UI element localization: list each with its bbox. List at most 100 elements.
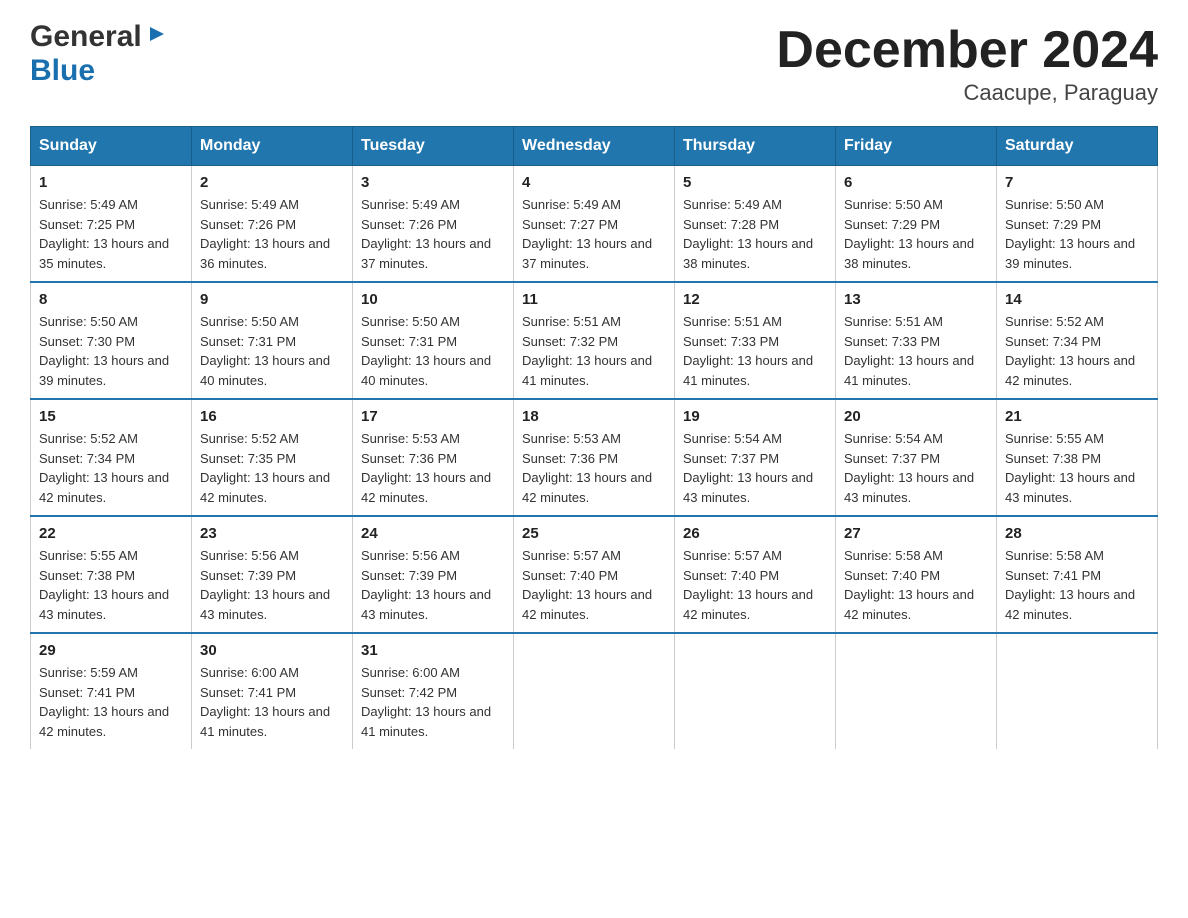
- calendar-cell: 17 Sunrise: 5:53 AM Sunset: 7:36 PM Dayl…: [353, 399, 514, 516]
- calendar-cell: 26 Sunrise: 5:57 AM Sunset: 7:40 PM Dayl…: [675, 516, 836, 633]
- calendar-cell: 16 Sunrise: 5:52 AM Sunset: 7:35 PM Dayl…: [192, 399, 353, 516]
- calendar-cell: 23 Sunrise: 5:56 AM Sunset: 7:39 PM Dayl…: [192, 516, 353, 633]
- day-info: Sunrise: 5:53 AM Sunset: 7:36 PM Dayligh…: [361, 429, 505, 507]
- day-info: Sunrise: 5:49 AM Sunset: 7:28 PM Dayligh…: [683, 195, 827, 273]
- day-info: Sunrise: 5:54 AM Sunset: 7:37 PM Dayligh…: [683, 429, 827, 507]
- day-number: 8: [39, 291, 183, 308]
- weekday-header-monday: Monday: [192, 127, 353, 166]
- calendar-cell: 25 Sunrise: 5:57 AM Sunset: 7:40 PM Dayl…: [514, 516, 675, 633]
- day-info: Sunrise: 5:57 AM Sunset: 7:40 PM Dayligh…: [522, 546, 666, 624]
- calendar-cell: 14 Sunrise: 5:52 AM Sunset: 7:34 PM Dayl…: [997, 282, 1158, 399]
- day-number: 24: [361, 525, 505, 542]
- day-info: Sunrise: 5:51 AM Sunset: 7:33 PM Dayligh…: [683, 312, 827, 390]
- logo: General Blue: [30, 20, 168, 88]
- weekday-header-friday: Friday: [836, 127, 997, 166]
- calendar-cell: 29 Sunrise: 5:59 AM Sunset: 7:41 PM Dayl…: [31, 633, 192, 749]
- calendar-cell: 27 Sunrise: 5:58 AM Sunset: 7:40 PM Dayl…: [836, 516, 997, 633]
- day-info: Sunrise: 5:58 AM Sunset: 7:40 PM Dayligh…: [844, 546, 988, 624]
- day-number: 7: [1005, 174, 1149, 191]
- weekday-header-saturday: Saturday: [997, 127, 1158, 166]
- logo-arrow-icon: [146, 23, 168, 50]
- day-number: 4: [522, 174, 666, 191]
- calendar-cell: 30 Sunrise: 6:00 AM Sunset: 7:41 PM Dayl…: [192, 633, 353, 749]
- day-number: 31: [361, 642, 505, 659]
- day-number: 26: [683, 525, 827, 542]
- month-title: December 2024: [776, 20, 1158, 80]
- calendar-cell: 7 Sunrise: 5:50 AM Sunset: 7:29 PM Dayli…: [997, 166, 1158, 283]
- day-number: 1: [39, 174, 183, 191]
- calendar-week-row: 29 Sunrise: 5:59 AM Sunset: 7:41 PM Dayl…: [31, 633, 1158, 749]
- day-info: Sunrise: 5:52 AM Sunset: 7:34 PM Dayligh…: [39, 429, 183, 507]
- day-info: Sunrise: 5:49 AM Sunset: 7:26 PM Dayligh…: [200, 195, 344, 273]
- weekday-header-tuesday: Tuesday: [353, 127, 514, 166]
- title-block: December 2024 Caacupe, Paraguay: [776, 20, 1158, 106]
- day-info: Sunrise: 5:57 AM Sunset: 7:40 PM Dayligh…: [683, 546, 827, 624]
- calendar-cell: 28 Sunrise: 5:58 AM Sunset: 7:41 PM Dayl…: [997, 516, 1158, 633]
- day-info: Sunrise: 5:51 AM Sunset: 7:33 PM Dayligh…: [844, 312, 988, 390]
- day-number: 29: [39, 642, 183, 659]
- day-number: 23: [200, 525, 344, 542]
- day-info: Sunrise: 5:49 AM Sunset: 7:27 PM Dayligh…: [522, 195, 666, 273]
- day-info: Sunrise: 5:49 AM Sunset: 7:25 PM Dayligh…: [39, 195, 183, 273]
- calendar-cell: 11 Sunrise: 5:51 AM Sunset: 7:32 PM Dayl…: [514, 282, 675, 399]
- weekday-header-thursday: Thursday: [675, 127, 836, 166]
- day-info: Sunrise: 5:59 AM Sunset: 7:41 PM Dayligh…: [39, 663, 183, 741]
- day-info: Sunrise: 5:58 AM Sunset: 7:41 PM Dayligh…: [1005, 546, 1149, 624]
- day-info: Sunrise: 6:00 AM Sunset: 7:41 PM Dayligh…: [200, 663, 344, 741]
- calendar-cell: 4 Sunrise: 5:49 AM Sunset: 7:27 PM Dayli…: [514, 166, 675, 283]
- day-number: 15: [39, 408, 183, 425]
- day-number: 17: [361, 408, 505, 425]
- calendar-cell: [836, 633, 997, 749]
- calendar-cell: 19 Sunrise: 5:54 AM Sunset: 7:37 PM Dayl…: [675, 399, 836, 516]
- day-info: Sunrise: 5:49 AM Sunset: 7:26 PM Dayligh…: [361, 195, 505, 273]
- calendar-cell: [514, 633, 675, 749]
- day-info: Sunrise: 5:55 AM Sunset: 7:38 PM Dayligh…: [1005, 429, 1149, 507]
- calendar-cell: 1 Sunrise: 5:49 AM Sunset: 7:25 PM Dayli…: [31, 166, 192, 283]
- day-number: 16: [200, 408, 344, 425]
- calendar-cell: 15 Sunrise: 5:52 AM Sunset: 7:34 PM Dayl…: [31, 399, 192, 516]
- day-number: 30: [200, 642, 344, 659]
- calendar-cell: 10 Sunrise: 5:50 AM Sunset: 7:31 PM Dayl…: [353, 282, 514, 399]
- day-number: 6: [844, 174, 988, 191]
- calendar-cell: 22 Sunrise: 5:55 AM Sunset: 7:38 PM Dayl…: [31, 516, 192, 633]
- day-number: 21: [1005, 408, 1149, 425]
- logo-blue-text: Blue: [30, 54, 95, 87]
- day-info: Sunrise: 5:50 AM Sunset: 7:30 PM Dayligh…: [39, 312, 183, 390]
- day-number: 28: [1005, 525, 1149, 542]
- page-header: General Blue December 2024 Caacupe, Para…: [30, 20, 1158, 106]
- calendar-cell: 6 Sunrise: 5:50 AM Sunset: 7:29 PM Dayli…: [836, 166, 997, 283]
- day-number: 19: [683, 408, 827, 425]
- day-number: 12: [683, 291, 827, 308]
- day-info: Sunrise: 5:51 AM Sunset: 7:32 PM Dayligh…: [522, 312, 666, 390]
- day-info: Sunrise: 6:00 AM Sunset: 7:42 PM Dayligh…: [361, 663, 505, 741]
- calendar-week-row: 15 Sunrise: 5:52 AM Sunset: 7:34 PM Dayl…: [31, 399, 1158, 516]
- calendar-cell: 24 Sunrise: 5:56 AM Sunset: 7:39 PM Dayl…: [353, 516, 514, 633]
- day-info: Sunrise: 5:50 AM Sunset: 7:31 PM Dayligh…: [200, 312, 344, 390]
- weekday-header-row: SundayMondayTuesdayWednesdayThursdayFrid…: [31, 127, 1158, 166]
- location: Caacupe, Paraguay: [776, 80, 1158, 106]
- calendar-week-row: 22 Sunrise: 5:55 AM Sunset: 7:38 PM Dayl…: [31, 516, 1158, 633]
- day-info: Sunrise: 5:53 AM Sunset: 7:36 PM Dayligh…: [522, 429, 666, 507]
- calendar-week-row: 8 Sunrise: 5:50 AM Sunset: 7:30 PM Dayli…: [31, 282, 1158, 399]
- day-info: Sunrise: 5:56 AM Sunset: 7:39 PM Dayligh…: [361, 546, 505, 624]
- day-number: 20: [844, 408, 988, 425]
- day-number: 25: [522, 525, 666, 542]
- day-number: 14: [1005, 291, 1149, 308]
- day-number: 27: [844, 525, 988, 542]
- day-info: Sunrise: 5:56 AM Sunset: 7:39 PM Dayligh…: [200, 546, 344, 624]
- calendar-cell: 8 Sunrise: 5:50 AM Sunset: 7:30 PM Dayli…: [31, 282, 192, 399]
- calendar-cell: 13 Sunrise: 5:51 AM Sunset: 7:33 PM Dayl…: [836, 282, 997, 399]
- day-info: Sunrise: 5:50 AM Sunset: 7:29 PM Dayligh…: [1005, 195, 1149, 273]
- day-number: 10: [361, 291, 505, 308]
- day-number: 13: [844, 291, 988, 308]
- calendar-cell: 21 Sunrise: 5:55 AM Sunset: 7:38 PM Dayl…: [997, 399, 1158, 516]
- day-number: 2: [200, 174, 344, 191]
- day-number: 5: [683, 174, 827, 191]
- day-number: 9: [200, 291, 344, 308]
- day-info: Sunrise: 5:50 AM Sunset: 7:29 PM Dayligh…: [844, 195, 988, 273]
- logo-general-text: General: [30, 20, 142, 54]
- calendar-cell: 31 Sunrise: 6:00 AM Sunset: 7:42 PM Dayl…: [353, 633, 514, 749]
- calendar-cell: 20 Sunrise: 5:54 AM Sunset: 7:37 PM Dayl…: [836, 399, 997, 516]
- day-info: Sunrise: 5:52 AM Sunset: 7:35 PM Dayligh…: [200, 429, 344, 507]
- day-info: Sunrise: 5:55 AM Sunset: 7:38 PM Dayligh…: [39, 546, 183, 624]
